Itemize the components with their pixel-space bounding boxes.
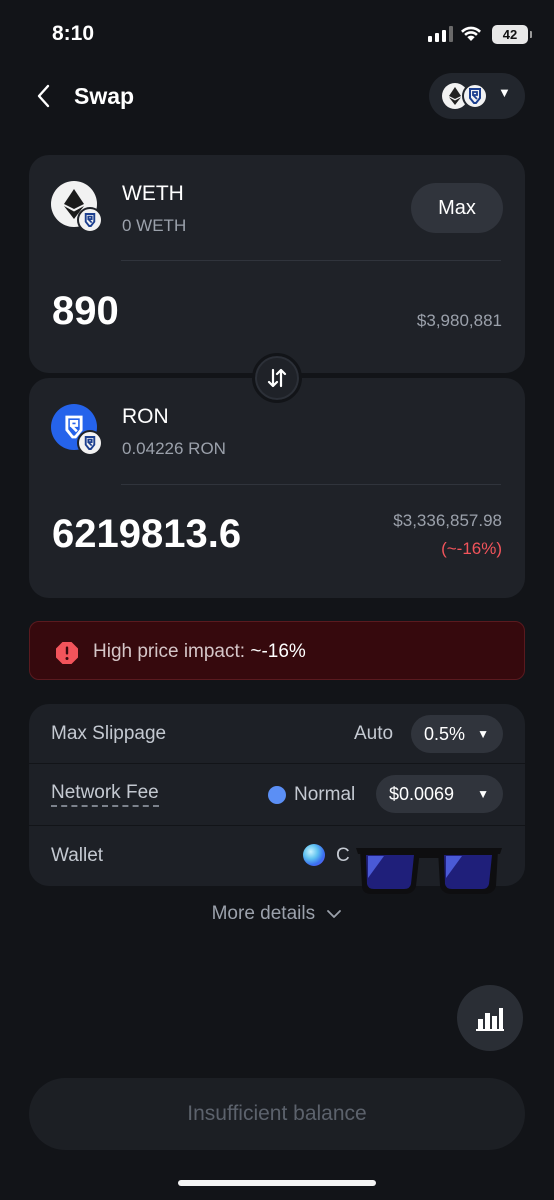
slippage-mode: Auto xyxy=(354,723,394,744)
home-indicator[interactable] xyxy=(178,1180,376,1186)
bar-chart-icon xyxy=(476,1008,504,1031)
fee-value: $0.0069 xyxy=(389,784,455,804)
to-token-card: RON 0.04226 RON 6219813.6 $3,336,857.98 … xyxy=(29,378,525,598)
chevron-left-icon xyxy=(37,84,50,108)
more-details-label: More details xyxy=(211,903,316,924)
clock-icon xyxy=(268,786,286,804)
chart-button[interactable] xyxy=(457,985,523,1051)
to-token-symbol[interactable]: RON xyxy=(122,405,169,429)
row-divider xyxy=(29,763,525,764)
to-price-impact: (~-16%) xyxy=(441,539,502,558)
slippage-value: 0.5% xyxy=(424,724,466,744)
page-title: Swap xyxy=(74,83,135,109)
card-divider xyxy=(121,260,501,261)
network-selector[interactable]: ▼ xyxy=(429,73,525,119)
cellular-signal-icon xyxy=(428,26,454,42)
fee-speed: Normal xyxy=(294,784,356,805)
from-usd-value: $3,980,881 xyxy=(416,311,502,330)
back-button[interactable] xyxy=(28,80,58,112)
chevron-down-icon: ▼ xyxy=(477,727,489,741)
more-details-toggle[interactable]: More details xyxy=(0,903,554,925)
card-divider xyxy=(121,484,501,485)
warning-value: ~-16% xyxy=(250,641,306,662)
battery-indicator: 42 xyxy=(492,25,532,44)
max-slippage-label: Max Slippage xyxy=(51,723,167,744)
row-divider xyxy=(29,825,525,826)
insufficient-balance-button[interactable]: Insufficient balance xyxy=(29,1078,525,1150)
status-time: 8:10 xyxy=(52,22,95,45)
price-impact-warning: High price impact: ~-16% xyxy=(29,621,525,680)
wallet-avatar-icon xyxy=(303,844,325,866)
alert-octagon-icon xyxy=(56,642,78,664)
chevron-down-icon: ▼ xyxy=(477,787,489,801)
to-token-balance: 0.04226 RON xyxy=(122,439,226,458)
from-token-balance: 0 WETH xyxy=(122,216,187,235)
from-amount-input[interactable]: 890 xyxy=(52,289,119,334)
to-usd-value: $3,336,857.98 xyxy=(393,511,502,530)
network-fee-label[interactable]: Network Fee xyxy=(51,782,159,807)
warning-text: High price impact: ~-16% xyxy=(93,641,306,663)
warning-label: High price impact: xyxy=(93,641,246,662)
from-token-symbol[interactable]: WETH xyxy=(122,182,184,206)
wallet-label: Wallet xyxy=(51,845,104,866)
ronin-chain-badge-icon xyxy=(77,430,103,456)
chevron-down-icon xyxy=(327,910,342,918)
max-button[interactable]: Max xyxy=(411,183,503,233)
ronin-icon xyxy=(462,83,488,109)
chevron-down-icon: ▼ xyxy=(498,85,511,100)
from-token-card: WETH 0 WETH Max 890 $3,980,881 xyxy=(29,155,525,373)
swap-arrows-icon xyxy=(267,368,287,388)
wifi-icon xyxy=(461,26,481,41)
slippage-dropdown[interactable]: 0.5% ▼ xyxy=(411,715,503,753)
swap-direction-button[interactable] xyxy=(252,353,302,403)
ronin-chain-badge-icon xyxy=(77,207,103,233)
sunglasses-sticker-icon xyxy=(356,848,502,894)
wallet-address[interactable]: C xyxy=(336,845,350,867)
to-amount-output[interactable]: 6219813.6 xyxy=(52,512,241,557)
network-fee-dropdown[interactable]: $0.0069 ▼ xyxy=(376,775,503,813)
